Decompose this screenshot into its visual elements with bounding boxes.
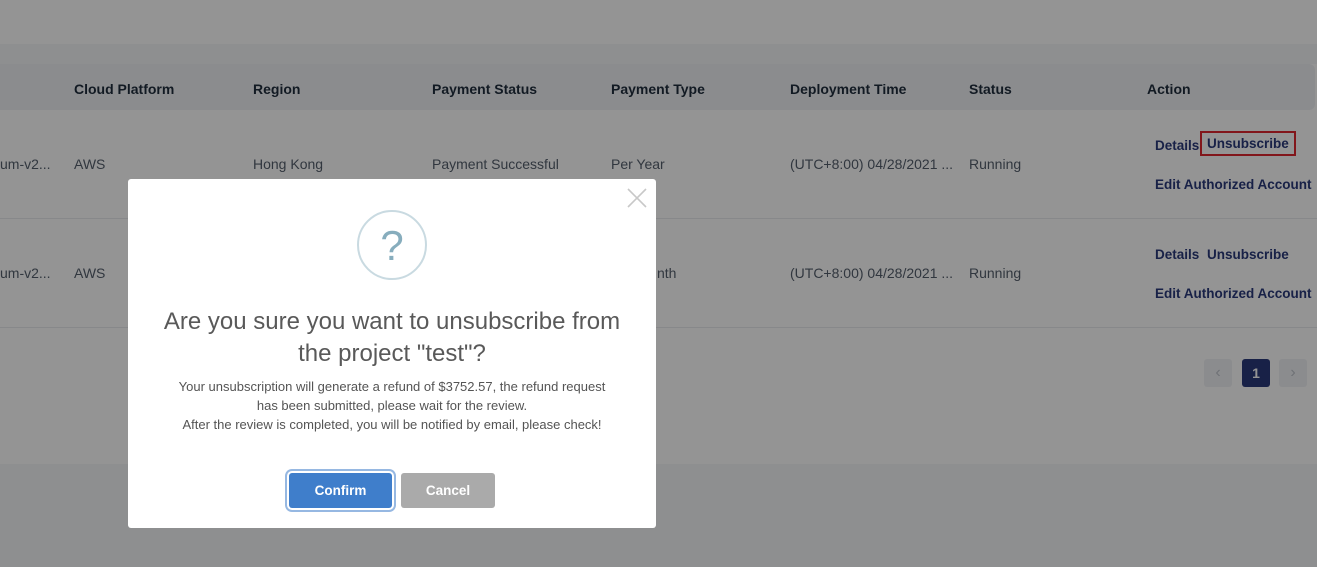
dialog-message-line: Your unsubscription will generate a refu…: [178, 379, 606, 413]
page: Cloud Platform Region Payment Status Pay…: [0, 0, 1317, 567]
cancel-button[interactable]: Cancel: [401, 473, 495, 508]
close-icon[interactable]: [626, 187, 648, 209]
unsubscribe-confirm-dialog: ? Are you sure you want to unsubscribe f…: [128, 179, 656, 528]
dialog-message: Your unsubscription will generate a refu…: [172, 377, 612, 434]
question-icon: ?: [357, 210, 427, 280]
confirm-button[interactable]: Confirm: [289, 473, 392, 508]
dialog-title: Are you sure you want to unsubscribe fro…: [163, 308, 621, 367]
dialog-message-line: After the review is completed, you will …: [182, 417, 602, 432]
